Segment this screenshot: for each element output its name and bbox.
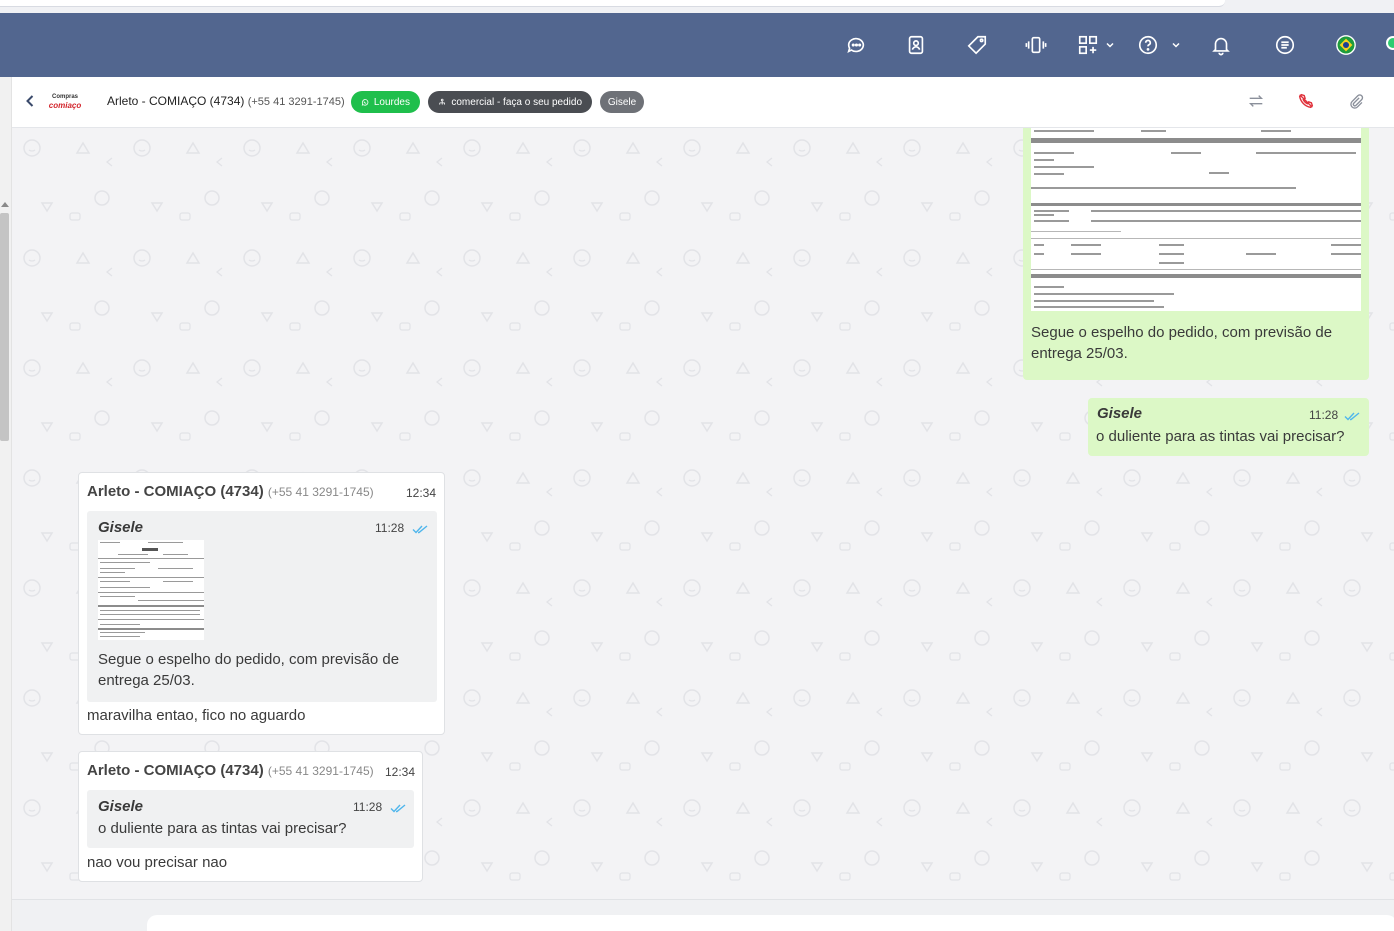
message-input[interactable] (147, 915, 1394, 931)
chevron-down-icon[interactable] (1163, 32, 1189, 58)
order-document-image[interactable] (1031, 128, 1361, 311)
quoted-sender: Gisele (98, 519, 144, 536)
back-arrow-icon[interactable] (22, 93, 38, 109)
chat-messages-area[interactable]: Segue o espelho do pedido, com previsão … (12, 128, 1394, 899)
author-phone: (+55 41 3291-1745) (267, 764, 374, 778)
channel-badge-label: Lourdes (373, 96, 410, 108)
logo-line-1: Compras (51, 94, 78, 100)
message-time: 12:34 (406, 486, 437, 500)
quoted-text: o duliente para as tintas vai precisar? (98, 820, 347, 837)
author-name: Arleto - COMIAÇO (4734) (87, 483, 264, 500)
message-author: Arleto - COMIAÇO (4734) (+55 41 3291-174… (87, 762, 374, 779)
chat-icon[interactable] (843, 32, 869, 58)
quoted-time: 11:28 (375, 521, 405, 535)
end-call-icon[interactable] (1297, 92, 1317, 112)
transfer-icon[interactable] (1247, 92, 1267, 112)
channel-badge[interactable]: Lourdes (351, 91, 420, 113)
message-sender: Gisele (1097, 405, 1143, 422)
contact-title[interactable]: Arleto - COMIAÇO (4734) (+55 41 3291-174… (107, 94, 345, 108)
contact-avatar[interactable]: Compras comiaço (43, 84, 87, 120)
quoted-sender: Gisele (98, 798, 144, 815)
assigned-user-label: Gisele (607, 96, 637, 108)
message-caption: Segue o espelho do pedido, com previsão … (1031, 324, 1333, 362)
attachment-icon[interactable] (1347, 92, 1367, 112)
sector-badge[interactable]: comercial - faça o seu pedido (428, 91, 592, 113)
read-ticks-icon (1344, 412, 1360, 421)
tag-icon[interactable] (964, 32, 990, 58)
contact-name: Arleto - COMIAÇO (4734) (107, 94, 245, 108)
help-icon[interactable] (1135, 32, 1161, 58)
read-ticks-icon (412, 525, 428, 534)
top-navigation-bar (0, 13, 1394, 77)
read-ticks-icon (390, 804, 406, 813)
message-composer (12, 899, 1394, 931)
address-bar[interactable] (0, 0, 1225, 7)
phone-vibrate-icon[interactable] (1023, 32, 1049, 58)
message-text: o duliente para as tintas vai precisar? (1096, 428, 1345, 445)
whatsapp-icon (361, 98, 369, 106)
message-time: 12:34 (385, 765, 416, 779)
chevron-down-icon[interactable] (1097, 32, 1123, 58)
browser-tab-strip (0, 0, 1394, 13)
quoted-message[interactable]: Gisele 11:28 o duliente para as tintas v… (87, 790, 414, 848)
contact-phone: (+55 41 3291-1745) (247, 96, 345, 108)
quoted-message[interactable]: Gisele 11:28 Segue o espelho do pedido, … (87, 511, 437, 702)
message-time: 11:28 (1309, 408, 1339, 422)
list-icon[interactable] (1272, 32, 1298, 58)
quoted-text: Segue o espelho do pedido, com previsão … (98, 651, 400, 689)
sitemap-icon (439, 98, 446, 105)
scrollbar-thumb[interactable] (0, 213, 9, 441)
outgoing-image-message[interactable]: Segue o espelho do pedido, com previsão … (1023, 128, 1369, 380)
message-text: maravilha entao, fico no aguardo (87, 707, 306, 724)
outgoing-text-message[interactable]: Gisele 11:28 o duliente para as tintas v… (1088, 398, 1369, 456)
incoming-reply-message[interactable]: Arleto - COMIAÇO (4734) (+55 41 3291-174… (78, 472, 445, 735)
incoming-reply-message[interactable]: Arleto - COMIAÇO (4734) (+55 41 3291-174… (78, 751, 423, 882)
online-status-dot (1386, 36, 1394, 50)
logo-line-2: comiaço (48, 101, 82, 110)
message-text: nao vou precisar nao (87, 854, 228, 871)
assigned-user-badge[interactable]: Gisele (600, 91, 644, 113)
scroll-up-arrow[interactable] (1, 202, 9, 207)
quoted-document-thumbnail[interactable] (98, 540, 204, 640)
author-phone: (+55 41 3291-1745) (267, 485, 374, 499)
message-author: Arleto - COMIAÇO (4734) (+55 41 3291-174… (87, 483, 374, 500)
brazil-flag-icon[interactable] (1333, 32, 1359, 58)
author-name: Arleto - COMIAÇO (4734) (87, 762, 264, 779)
bell-icon[interactable] (1208, 32, 1234, 58)
contacts-icon[interactable] (903, 32, 929, 58)
sector-badge-label: comercial - faça o seu pedido (451, 96, 582, 108)
quoted-time: 11:28 (353, 800, 383, 814)
